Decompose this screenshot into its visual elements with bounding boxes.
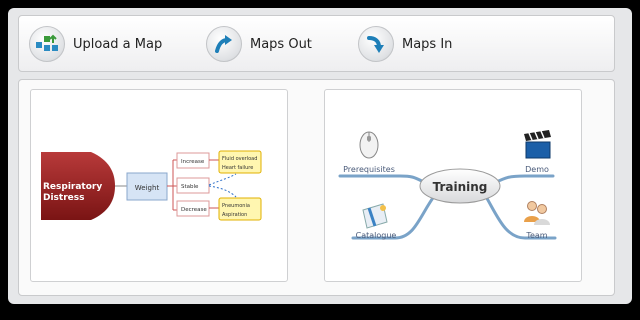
maps-out-label: Maps Out [250, 36, 312, 52]
branch-increase-label: Increase [181, 159, 205, 165]
clapperboard-icon [524, 130, 551, 159]
maps-in-button[interactable]: Maps In [358, 26, 452, 62]
branch-stable-label: Stable [181, 184, 199, 190]
branch-decrease-label: Decrease [181, 207, 207, 213]
maps-gallery: Respiratory Distress Weight Increase Sta… [18, 79, 615, 296]
catalogue-icon [362, 203, 388, 229]
outcome-heart-failure: Heart failure [222, 165, 253, 171]
upload-map-icon [29, 26, 65, 62]
arrow-up-icon [206, 26, 242, 62]
weight-node-label: Weight [135, 184, 160, 192]
team-icon [524, 201, 550, 225]
branch-demo-label: Demo [525, 165, 549, 174]
branch-catalogue-label: Catalogue [356, 231, 397, 240]
map-card-training[interactable]: Training Prerequisites Demo Catalogue Te… [324, 89, 582, 282]
maps-out-button[interactable]: Maps Out [206, 26, 312, 62]
root-node-line1: Respiratory [43, 182, 102, 192]
map-card-respiratory-distress[interactable]: Respiratory Distress Weight Increase Sta… [30, 89, 288, 282]
branch-prerequisites-label: Prerequisites [343, 165, 395, 174]
training-center-label: Training [433, 180, 488, 194]
arrow-down-icon [358, 26, 394, 62]
maps-in-label: Maps In [402, 36, 453, 52]
outcome-fluid-overload: Fluid overload [222, 156, 257, 162]
root-node-line2: Distress [43, 193, 84, 203]
branch-team-label: Team [525, 231, 547, 240]
outcome-pneumonia: Pneumonia [222, 203, 250, 209]
mouse-icon [359, 131, 379, 159]
map-thumbnail: Training Prerequisites Demo Catalogue Te… [338, 130, 557, 240]
upload-map-button[interactable]: Upload a Map [29, 26, 162, 62]
outcome-aspiration: Aspiration [222, 212, 247, 218]
map-thumbnail: Respiratory Distress Weight Increase Sta… [41, 150, 262, 221]
upload-map-label: Upload a Map [73, 36, 163, 52]
toolbar: Upload a Map Maps Out Maps In [18, 15, 615, 72]
